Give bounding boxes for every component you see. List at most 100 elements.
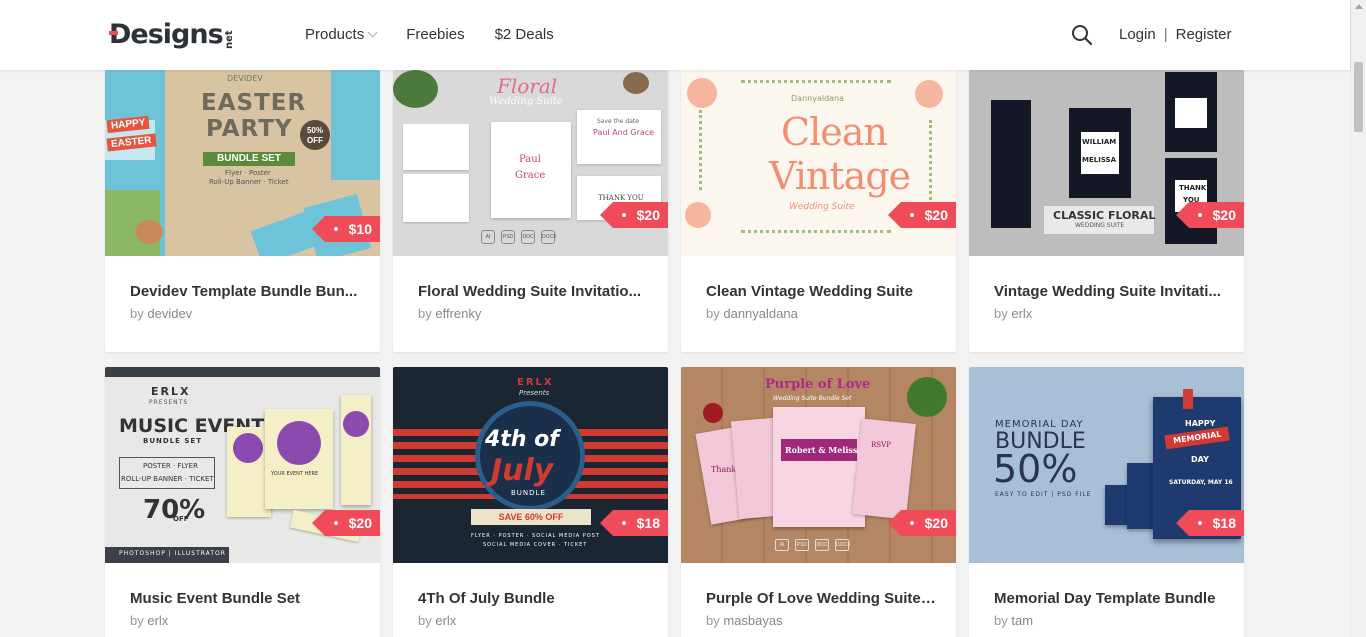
art-text: DAY <box>1191 455 1209 464</box>
art-text: Paul And Grace <box>593 128 655 137</box>
art-text: YOUR EVENT HERE <box>271 471 319 477</box>
author-link[interactable]: erlx <box>1011 306 1032 321</box>
art-card <box>773 407 865 527</box>
product-title[interactable]: Memorial Day Template Bundle <box>994 590 1224 607</box>
art-format: AI <box>481 230 495 244</box>
product-title[interactable]: Purple Of Love Wedding Suite ... <box>706 590 936 607</box>
author-link[interactable]: devidev <box>147 306 192 321</box>
art-brand: ERLX <box>517 377 554 388</box>
product-card[interactable]: ERLX PRESENTS MUSIC EVENT BUNDLE SET POS… <box>105 367 380 637</box>
art-circle <box>277 421 321 465</box>
art-flower <box>915 80 943 108</box>
art-title: PARTY <box>206 116 293 142</box>
art-format: PSD <box>501 230 515 244</box>
art-footer-text: PHOTOSHOP | ILLUSTRATOR <box>119 550 226 557</box>
art-text: RSVP <box>871 441 891 449</box>
search-icon[interactable] <box>1071 24 1093 46</box>
art-pct: 50% <box>993 447 1078 491</box>
art-badge-pct: 50% <box>306 126 323 135</box>
nav-deals[interactable]: $2 Deals <box>495 25 554 45</box>
register-link[interactable]: Register <box>1176 25 1232 45</box>
product-card[interactable]: Floral Wedding Suite Paul Grace Save the… <box>393 70 668 352</box>
product-title[interactable]: 4Th Of July Bundle <box>418 590 648 607</box>
product-thumbnail[interactable]: HAPPY EASTER DEVIDEV EASTER PARTY 50% OF… <box>105 70 380 256</box>
main-nav: Products Freebies $2 Deals <box>305 25 584 45</box>
product-thumbnail[interactable]: MEMORIAL DAY BUNDLE 50% EASY TO EDIT | P… <box>969 367 1244 563</box>
product-title[interactable]: Music Event Bundle Set <box>130 590 360 607</box>
art-text: Save the date <box>597 118 639 125</box>
art-names: Robert & Melissa <box>785 445 863 455</box>
art-sub: Flyer · Poster <box>225 169 271 177</box>
product-thumbnail[interactable]: Floral Wedding Suite Paul Grace Save the… <box>393 70 668 256</box>
author-link[interactable]: dannyaldana <box>723 306 797 321</box>
author-prefix: by <box>418 613 432 628</box>
product-thumbnail[interactable]: Purple of Love Wedding Suite Bundle Set … <box>681 367 956 563</box>
product-card[interactable]: WILLIAM MELISSA THANK YOU CLASSIC FLORAL… <box>969 70 1244 352</box>
product-title[interactable]: Vintage Wedding Suite Invitati... <box>994 283 1224 300</box>
nav-deals-label: $2 Deals <box>494 26 554 43</box>
product-thumbnail[interactable]: ERLX PRESENTS MUSIC EVENT BUNDLE SET POS… <box>105 367 380 563</box>
product-card[interactable]: MEMORIAL DAY BUNDLE 50% EASY TO EDIT | P… <box>969 367 1244 637</box>
price-tag: $18 <box>599 510 668 536</box>
author-link[interactable]: erlx <box>435 613 456 628</box>
art-subtitle: Wedding Suite <box>489 96 563 107</box>
product-author: by erlx <box>130 613 168 628</box>
product-card[interactable]: ERLX Presents 4th of July BUNDLE SAVE 60… <box>393 367 668 637</box>
product-author: by devidev <box>130 306 192 321</box>
product-thumbnail[interactable]: Dannyaldana Clean Vintage Wedding Suite … <box>681 70 956 256</box>
scrollbar-thumb[interactable] <box>1354 62 1363 132</box>
product-card[interactable]: HAPPY EASTER DEVIDEV EASTER PARTY 50% OF… <box>105 70 380 352</box>
page-scrollbar[interactable] <box>1350 0 1366 637</box>
art-off: OFF <box>173 515 189 523</box>
art-name: WILLIAM <box>1082 138 1117 146</box>
art-foot: FLYER · POSTER · SOCIAL MEDIA POST <box>471 533 600 539</box>
chevron-down-icon <box>367 27 378 37</box>
art-title: CLASSIC FLORAL <box>1053 209 1156 222</box>
art-sub: Roll-Up Banner · Ticket <box>209 178 289 186</box>
art-presents: Presents <box>519 389 550 397</box>
author-link[interactable]: masbayas <box>723 613 782 628</box>
art-panel <box>331 70 380 180</box>
art-title: Vintage <box>769 154 911 198</box>
art-flower <box>687 78 717 108</box>
auth-separator: | <box>1163 26 1168 43</box>
nav-freebies[interactable]: Freebies <box>406 25 464 45</box>
art-panel <box>250 210 320 256</box>
product-title[interactable]: Clean Vintage Wedding Suite <box>706 283 936 300</box>
logo-suffix: net <box>223 30 235 49</box>
login-link[interactable]: Login <box>1119 25 1156 45</box>
author-link[interactable]: tam <box>1011 613 1033 628</box>
art-presents: PRESENTS <box>149 399 189 406</box>
product-thumbnail[interactable]: WILLIAM MELISSA THANK YOU CLASSIC FLORAL… <box>969 70 1244 256</box>
author-prefix: by <box>994 613 1008 628</box>
author-link[interactable]: effrenky <box>435 306 481 321</box>
nav-products[interactable]: Products <box>305 25 378 45</box>
author-prefix: by <box>994 306 1008 321</box>
art-subtitle: Wedding Suite Bundle Set <box>773 395 852 402</box>
art-circle <box>233 433 263 463</box>
product-title[interactable]: Devidev Template Bundle Bun... <box>130 283 360 300</box>
author-prefix: by <box>706 613 720 628</box>
author-prefix: by <box>418 306 432 321</box>
art-text: SATURDAY, MAY 16 <box>1169 479 1233 486</box>
logo[interactable]: Designs net <box>109 17 235 51</box>
nav-products-label: Products <box>305 26 365 43</box>
product-card[interactable]: Purple of Love Wedding Suite Bundle Set … <box>681 367 956 637</box>
art-leaves <box>741 230 891 242</box>
art-format: DOCX <box>541 230 556 244</box>
product-card[interactable]: Dannyaldana Clean Vintage Wedding Suite … <box>681 70 956 352</box>
author-link[interactable]: erlx <box>147 613 168 628</box>
art-badge: 50% OFF <box>300 120 330 150</box>
scroll-up-icon[interactable] <box>1355 4 1363 9</box>
product-author: by erlx <box>418 613 456 628</box>
product-author: by dannyaldana <box>706 306 798 321</box>
art-flower <box>685 202 711 228</box>
art-subtitle: WEDDING SUITE <box>1075 222 1125 229</box>
product-thumbnail[interactable]: ERLX Presents 4th of July BUNDLE SAVE 60… <box>393 367 668 563</box>
art-band <box>105 367 380 377</box>
art-formats: AI PSD DOC DOCX <box>775 539 850 551</box>
product-author: by erlx <box>994 306 1032 321</box>
product-title[interactable]: Floral Wedding Suite Invitatio... <box>418 283 648 300</box>
auth-links: Login | Register <box>1119 25 1231 45</box>
art-leaves <box>929 120 941 200</box>
